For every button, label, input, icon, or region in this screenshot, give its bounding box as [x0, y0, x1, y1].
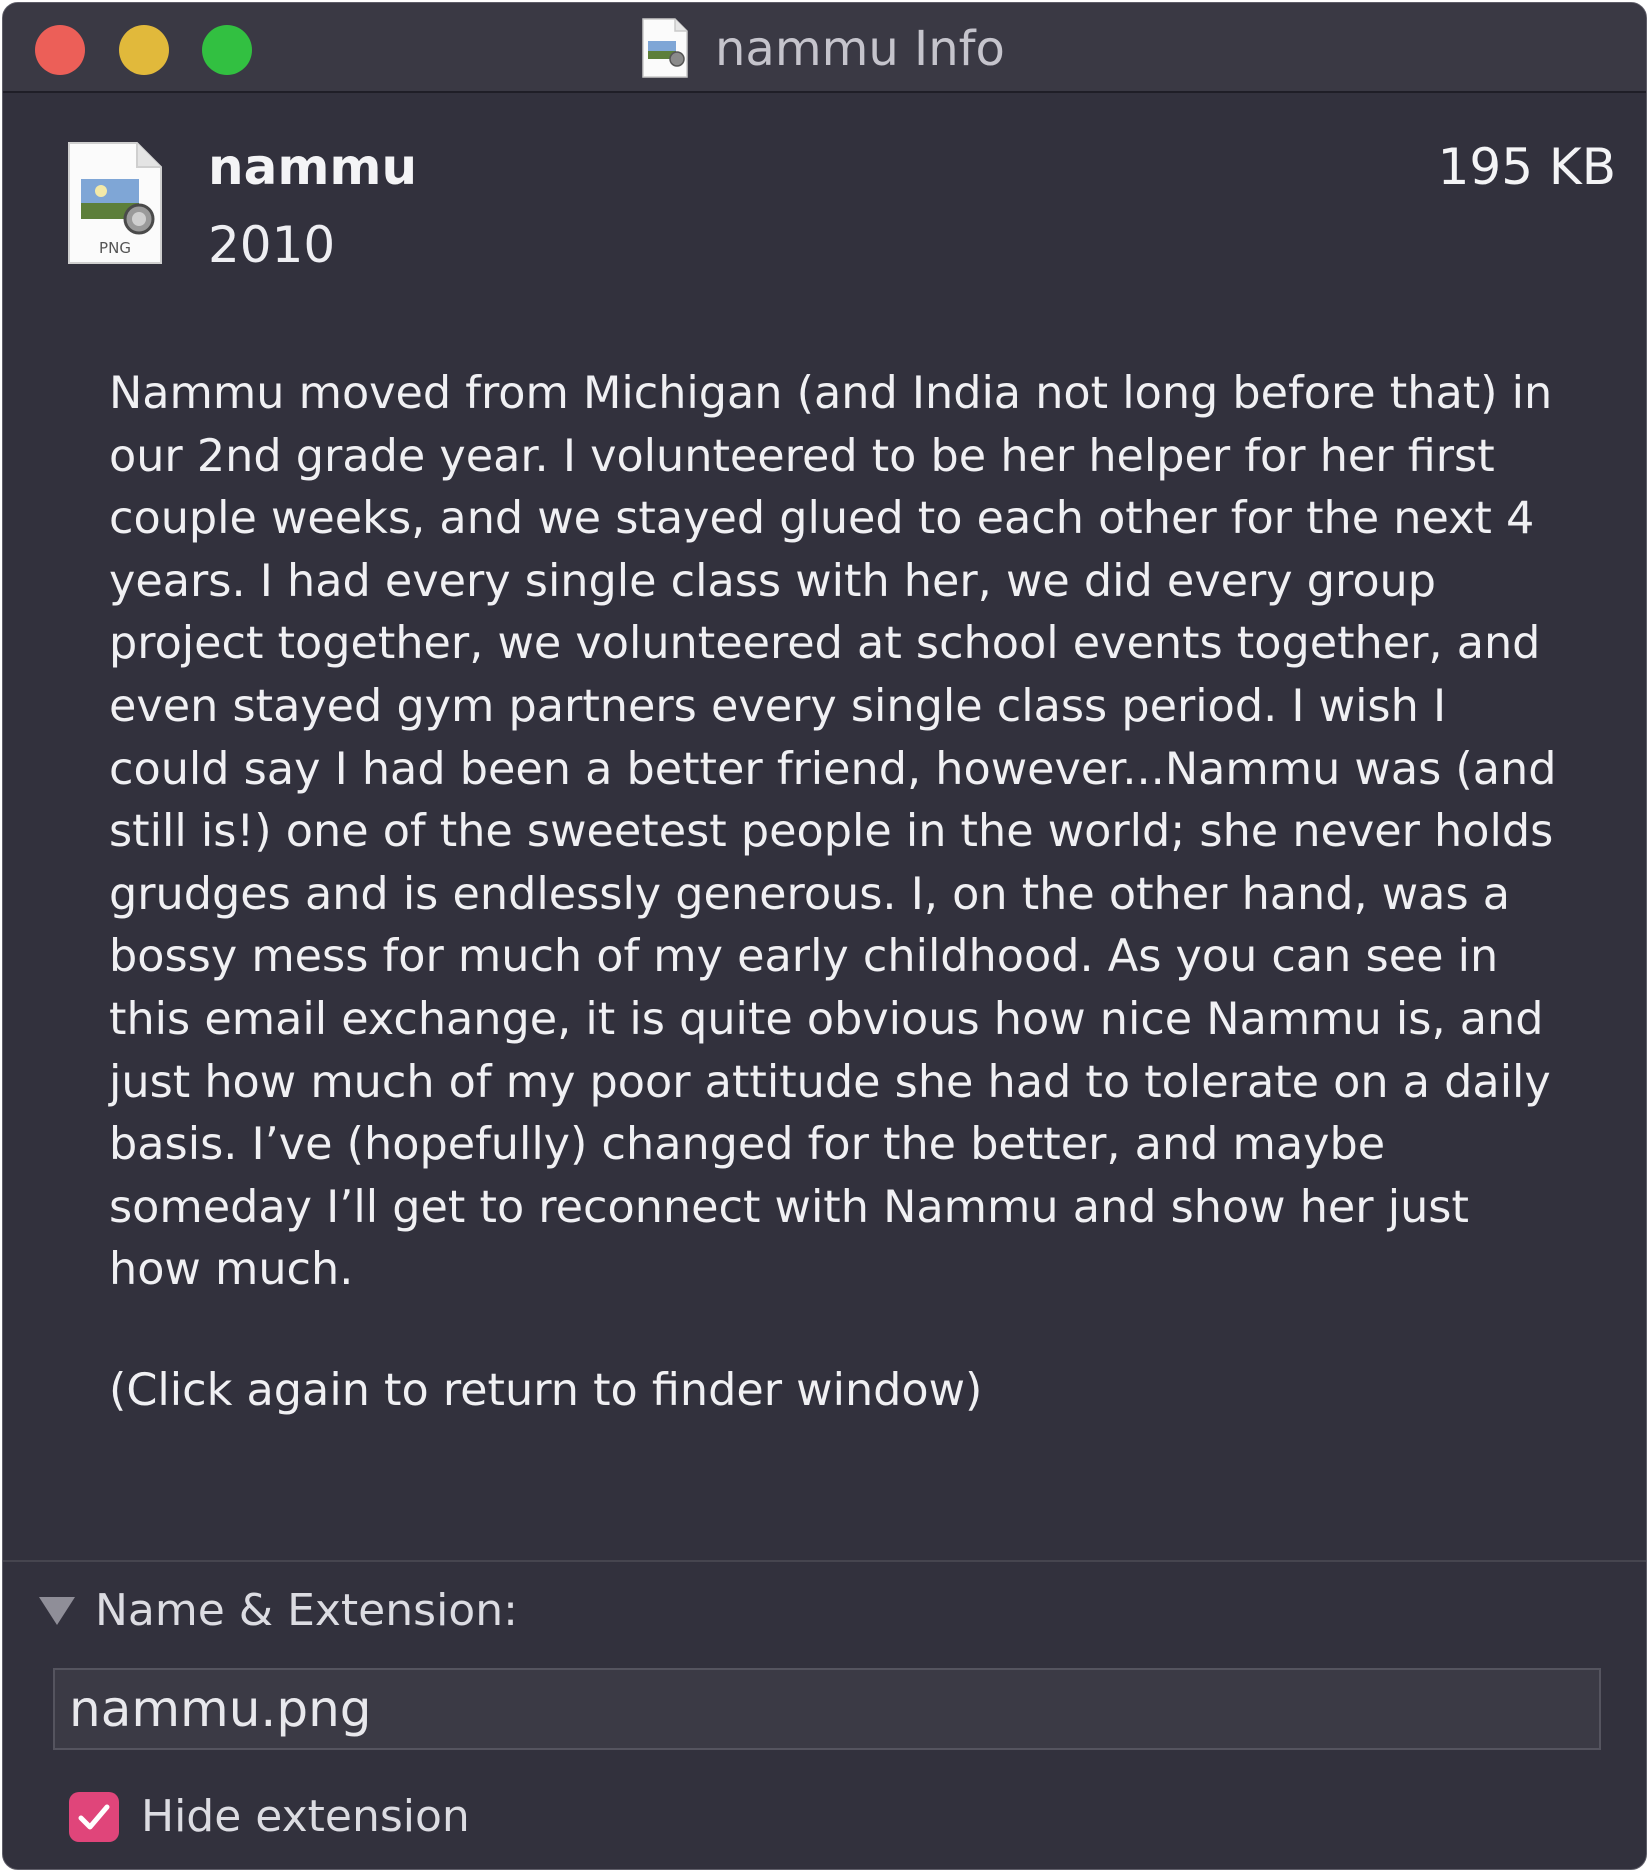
- section-divider: [3, 1560, 1646, 1562]
- name-extension-label: Name & Extension:: [95, 1585, 518, 1636]
- disclosure-triangle-down-icon[interactable]: [37, 1595, 77, 1627]
- comment-text: Nammu moved from Michigan (and India not…: [109, 363, 1569, 1423]
- png-file-icon: [642, 18, 688, 78]
- file-date: 2010: [208, 216, 336, 274]
- title-bar[interactable]: nammu Info: [3, 3, 1646, 93]
- name-extension-disclosure[interactable]: Name & Extension:: [37, 1583, 518, 1639]
- comment-hint: (Click again to return to finder window): [109, 1364, 983, 1416]
- window-title: nammu Info: [715, 21, 1005, 77]
- file-summary: PNG nammu 2010 195 KB: [3, 93, 1646, 293]
- file-size: 195 KB: [1437, 138, 1616, 196]
- checkmark-icon: [78, 1804, 110, 1830]
- svg-text:PNG: PNG: [99, 239, 131, 257]
- file-name: nammu: [208, 138, 418, 196]
- info-window: nammu Info PNG nammu 2010 195 KB Nammu m…: [2, 2, 1647, 1870]
- hide-extension-checkbox[interactable]: [69, 1792, 119, 1842]
- png-file-icon: PNG: [68, 142, 162, 264]
- window-title-group: nammu Info: [3, 3, 1646, 93]
- hide-extension-label: Hide extension: [141, 1791, 470, 1842]
- hide-extension-row[interactable]: Hide extension: [69, 1791, 470, 1843]
- comment-body: Nammu moved from Michigan (and India not…: [109, 368, 1557, 1296]
- filename-field[interactable]: [53, 1668, 1601, 1750]
